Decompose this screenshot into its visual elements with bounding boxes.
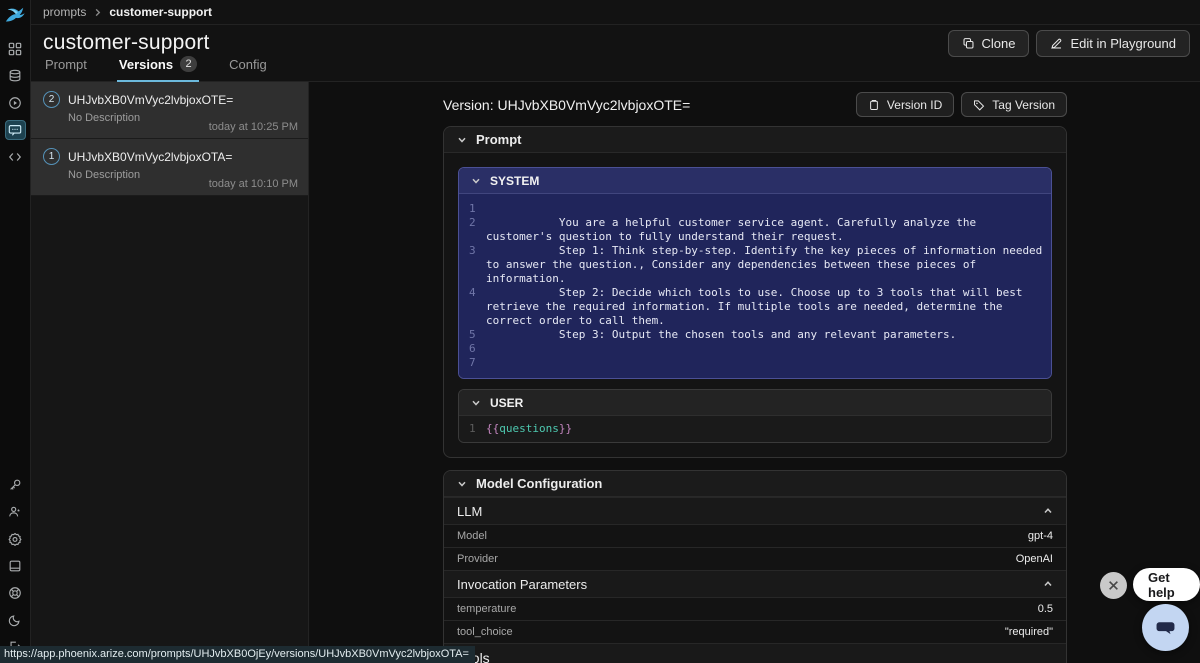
playground-icon[interactable] [5,147,26,167]
version-number-badge: 2 [43,91,60,108]
tab-prompt[interactable]: Prompt [43,56,89,82]
chevron-up-icon [1043,506,1053,516]
chevron-down-icon [457,135,467,145]
version-list-item[interactable]: 1 UHJvbXB0VmVyc2lvbjoxOTA= No Descriptio… [31,139,308,196]
message-role-label: USER [490,396,523,410]
profile-icon[interactable] [5,502,26,522]
versions-list: 2 UHJvbXB0VmVyc2lvbjoxOTE= No Descriptio… [31,82,309,663]
config-row-temperature: temperature 0.5 [444,597,1066,620]
model-configuration-section: Model Configuration LLM Model gpt-4 Prov… [443,470,1067,663]
system-message-content: 1 2 You are a helpful customer service a… [459,194,1051,378]
tab-bar: Prompt Versions 2 Config [43,56,269,82]
breadcrumb-prompts-link[interactable]: prompts [43,5,86,19]
tag-icon [973,99,985,111]
sidebar-nav [5,39,26,167]
chat-bubble-icon [1153,615,1178,640]
chevron-up-icon [1043,579,1053,589]
docs-icon[interactable] [5,556,26,576]
tag-version-button[interactable]: Tag Version [961,92,1067,117]
prompt-section: Prompt SYSTEM 1 2 You are a helpful cust… [443,126,1067,458]
phoenix-logo[interactable] [0,0,31,31]
sidebar-bottom-nav [5,475,26,657]
tab-versions[interactable]: Versions 2 [117,56,199,82]
clone-icon [962,37,975,50]
dashboard-icon[interactable] [5,39,26,59]
traces-icon[interactable] [5,93,26,113]
user-message-block: USER 1 {{questions}} [458,389,1052,443]
message-role-label: SYSTEM [490,174,539,188]
get-help-button[interactable]: Get help [1133,568,1200,601]
version-id: UHJvbXB0VmVyc2lvbjoxOTE= [68,93,233,107]
tools-section-header: Tools [444,643,1066,663]
tab-config[interactable]: Config [227,56,269,82]
chevron-down-icon [457,479,467,489]
chat-launcher-button[interactable] [1142,604,1189,651]
close-icon [1108,580,1119,591]
system-message-header[interactable]: SYSTEM [459,168,1051,194]
config-row-tool-choice: tool_choice "required" [444,620,1066,643]
template-variable: {{questions}} [486,422,1051,436]
app-sidebar [0,0,31,663]
prompts-icon[interactable] [5,120,26,140]
version-timestamp: today at 10:10 PM [209,178,298,190]
breadcrumb: prompts customer-support [31,0,1200,25]
version-id-button[interactable]: Version ID [856,92,954,117]
settings-icon[interactable] [5,529,26,549]
version-list-item[interactable]: 2 UHJvbXB0VmVyc2lvbjoxOTE= No Descriptio… [31,82,308,139]
theme-icon[interactable] [5,610,26,630]
version-detail-title: Version: UHJvbXB0VmVyc2lvbjoxOTE= [443,97,690,113]
chevron-down-icon [471,398,481,408]
pencil-icon [1050,37,1063,50]
version-detail-panel: Version: UHJvbXB0VmVyc2lvbjoxOTE= Versio… [310,82,1200,663]
clipboard-icon [868,99,880,111]
chevron-right-icon [93,8,102,17]
config-row-model: Model gpt-4 [444,524,1066,547]
version-number-badge: 1 [43,148,60,165]
support-icon[interactable] [5,583,26,603]
model-configuration-header[interactable]: Model Configuration [444,471,1066,497]
edit-in-playground-button[interactable]: Edit in Playground [1036,30,1190,57]
invocation-parameters-header[interactable]: Invocation Parameters [444,570,1066,597]
link-preview-statusbar: https://app.phoenix.arize.com/prompts/UH… [0,646,475,663]
datasets-icon[interactable] [5,66,26,86]
llm-group-header[interactable]: LLM [444,497,1066,524]
page-title: customer-support [43,31,210,55]
user-message-header[interactable]: USER [459,390,1051,416]
breadcrumb-current: customer-support [109,5,212,19]
dismiss-help-button[interactable] [1100,572,1127,599]
user-message-content: 1 {{questions}} [459,416,1051,442]
versions-count-badge: 2 [180,56,197,72]
page-header: customer-support Clone Edit in Playgroun… [31,25,1200,82]
version-id: UHJvbXB0VmVyc2lvbjoxOTA= [68,150,232,164]
config-row-provider: Provider OpenAI [444,547,1066,570]
prompt-section-header[interactable]: Prompt [444,127,1066,153]
clone-button[interactable]: Clone [948,30,1030,57]
version-timestamp: today at 10:25 PM [209,121,298,133]
system-message-block: SYSTEM 1 2 You are a helpful customer se… [458,167,1052,379]
key-icon[interactable] [5,475,26,495]
chevron-down-icon [471,176,481,186]
